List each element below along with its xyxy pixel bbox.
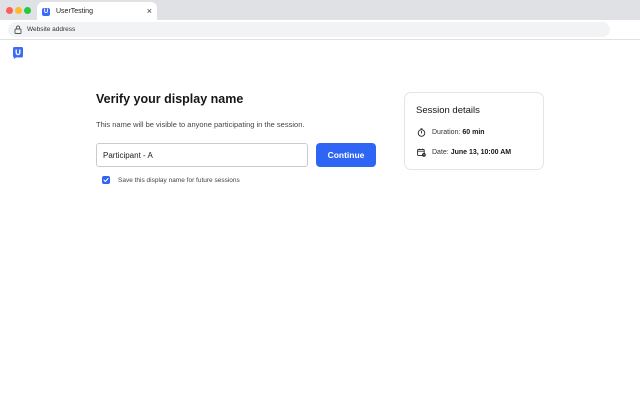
stopwatch-icon [417,128,426,137]
browser-tab[interactable]: U UserTesting × [37,2,157,21]
close-window-button[interactable] [6,7,13,14]
date-label: Date: [432,149,449,156]
lock-icon [14,25,22,34]
session-details-card: Session details Duration: 60 min Date: J… [404,92,544,170]
session-details-title: Session details [416,105,480,116]
duration-row: Duration: 60 min [417,128,485,137]
address-text: Website address [27,26,76,33]
display-name-input[interactable] [96,143,308,167]
usertesting-logo-icon [13,47,23,59]
page-title: Verify your display name [96,92,244,106]
tab-close-icon[interactable]: × [147,7,152,16]
minimize-window-button[interactable] [15,7,22,14]
calendar-clock-icon [417,148,426,157]
save-name-checkbox[interactable] [102,176,110,184]
continue-button[interactable]: Continue [316,143,376,167]
date-value: June 13, 10:00 AM [450,149,512,156]
address-bar[interactable]: Website address [8,22,610,37]
date-row: Date: June 13, 10:00 AM [417,148,511,157]
page-subtitle: This name will be visible to anyone part… [96,120,305,129]
usertesting-favicon-icon: U [42,7,50,16]
duration-label: Duration: [432,129,461,136]
maximize-window-button[interactable] [24,7,31,14]
tab-title: UserTesting [56,8,93,15]
save-name-label: Save this display name for future sessio… [118,176,240,184]
save-name-option[interactable]: Save this display name for future sessio… [102,176,240,184]
checkmark-icon [103,177,109,183]
duration-value: 60 min [462,129,485,136]
address-row: Website address [0,20,640,39]
